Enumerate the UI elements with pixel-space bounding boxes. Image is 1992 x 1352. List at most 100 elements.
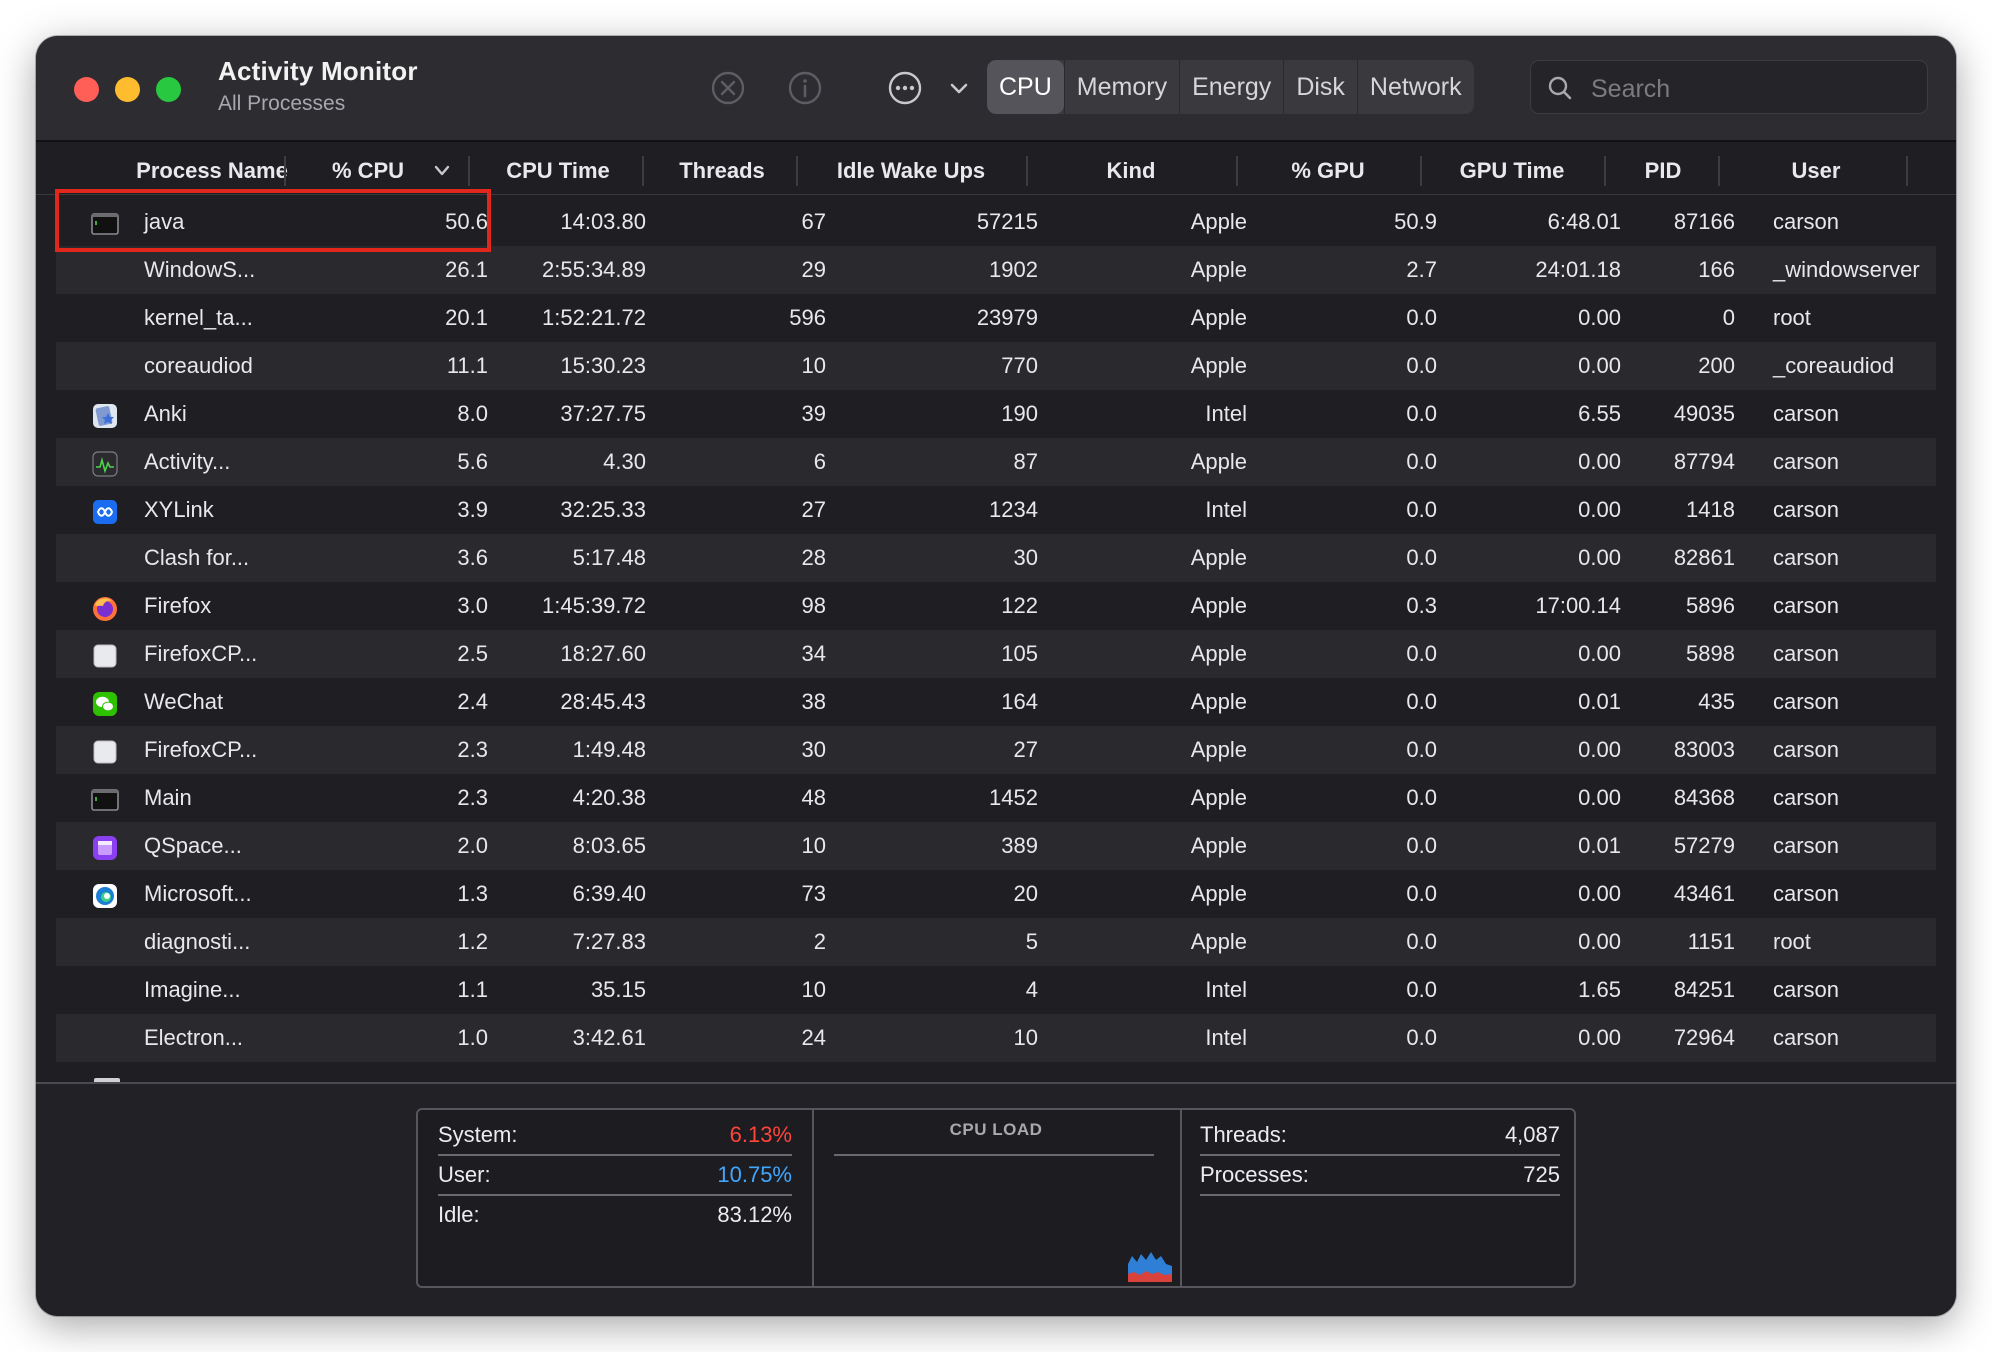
view-tabs: CPU Memory Energy Disk Network [987,60,1474,114]
column-divider[interactable] [468,156,470,186]
cell-kind: Apple [1190,881,1247,906]
no-icon [90,304,120,334]
column-divider[interactable] [284,156,286,186]
column-divider[interactable] [1420,156,1422,186]
cell-pid: 49035 [1673,401,1735,426]
terminal-icon [90,784,120,814]
column-header-idle-wake-ups[interactable]: Idle Wake Ups [800,142,1022,194]
highlight-box-java [55,189,491,252]
cell-gpu-time: 0.00 [1578,785,1621,810]
process-row[interactable]: diagnosti... 1.2 7:27.83 2 5 Apple 0.0 0.00 1151… [56,918,1936,966]
zoom-window-button[interactable] [156,77,181,102]
column-header-threads[interactable]: Threads [646,142,798,194]
cell-gpu-percent: 0.0 [1406,833,1437,858]
ellipsis-circle-icon[interactable] [887,70,923,106]
window-subtitle: All Processes [218,92,346,115]
idle-row: Idle: 83.12% [438,1194,792,1234]
process-row[interactable]: Imagine... 1.1 35.15 10 4 Intel 0.0 1.65 84251 ca… [56,966,1936,1014]
column-divider[interactable] [1236,156,1238,186]
column-header-gpu-time[interactable]: GPU Time [1424,142,1600,194]
process-row[interactable]: Main 2.3 4:20.38 48 1452 Apple 0.0 0.00 84368 car… [56,774,1936,822]
minimize-window-button[interactable] [115,77,140,102]
generic-app-icon [90,640,120,670]
column-divider[interactable] [796,156,798,186]
cpu-load-graph [1128,1252,1172,1282]
idle-label: Idle: [438,1202,480,1227]
info-icon[interactable] [787,70,823,106]
user-value: 10.75% [717,1162,792,1187]
cell-user: carson [1773,209,1840,234]
column-header-cpu[interactable]: % CPU [288,142,448,194]
cell-pid: 87166 [1673,209,1735,234]
cell-kind: Intel [1205,977,1247,1002]
cell-user: _windowserver [1773,257,1920,282]
process-row[interactable]: WindowS... 26.1 2:55:34.89 29 1902 Apple 2.7 24… [56,246,1936,294]
cell-gpu-percent: 0.0 [1406,641,1437,666]
column-divider[interactable] [1026,156,1028,186]
cell-user: carson [1773,977,1840,1002]
cell-kind: Apple [1190,929,1247,954]
cell-kind: Apple [1190,689,1247,714]
column-header-kind[interactable]: Kind [1030,142,1232,194]
column-header-pid[interactable]: PID [1608,142,1718,194]
column-divider[interactable] [642,156,644,186]
tab-cpu[interactable]: CPU [987,60,1064,114]
cell-gpu-percent: 0.0 [1406,497,1437,522]
close-window-button[interactable] [74,77,99,102]
cell-user: carson [1773,689,1840,714]
process-row[interactable]: Microsoft... 1.3 6:39.40 73 20 Apple 0.0 0.00 43… [56,870,1936,918]
process-row[interactable]: WeChat 2.4 28:45.43 38 164 Apple 0.0 0.01 435 car… [56,678,1936,726]
user-row: User: 10.75% [438,1154,792,1196]
cell-kind: Intel [1205,497,1247,522]
tab-memory[interactable]: Memory [1063,60,1179,114]
cell-pid: 435 [1698,689,1735,714]
cell-gpu-time: 0.01 [1578,689,1621,714]
column-header-user[interactable]: User [1722,142,1910,194]
process-row[interactable]: XYLink 3.9 32:25.33 27 1234 Intel 0.0 0.00 1418 c… [56,486,1936,534]
process-row[interactable]: kernel_ta... 20.1 1:52:21.72 596 23979 Apple 0… [56,294,1936,342]
cell-gpu-time: 17:00.14 [1535,593,1621,618]
cell-user: carson [1773,401,1840,426]
tab-disk[interactable]: Disk [1283,60,1357,114]
column-header-gpu[interactable]: % GPU [1240,142,1416,194]
threads-row: Threads: 4,087 [1200,1114,1560,1156]
anki-icon [90,400,120,430]
process-row[interactable]: Activity... 5.6 4.30 6 87 Apple 0.0 0.00 87794 ca… [56,438,1936,486]
tab-energy[interactable]: Energy [1179,60,1283,114]
no-icon [90,1024,120,1054]
search-input[interactable] [1589,69,1913,109]
idle-value: 83.12% [717,1202,792,1227]
user-label: User: [438,1162,491,1187]
cell-gpu-time: 6.55 [1578,401,1621,426]
column-divider[interactable] [1604,156,1606,186]
process-row[interactable]: Clash for... 3.6 5:17.48 28 30 Apple 0.0 0.00 82… [56,534,1936,582]
column-header-cpu-time[interactable]: CPU Time [472,142,644,194]
cell-gpu-percent: 0.0 [1406,977,1437,1002]
process-row[interactable]: FirefoxCP... 2.5 18:27.60 34 105 Apple 0.0 0.00… [56,630,1936,678]
cell-pid: 84251 [1673,977,1735,1002]
cell-kind: Apple [1190,353,1247,378]
cell-gpu-percent: 0.0 [1406,929,1437,954]
qspace-icon [90,832,120,862]
process-row[interactable]: Firefox 3.0 1:45:39.72 98 122 Apple 0.3 17:00.1… [56,582,1936,630]
column-divider[interactable] [1718,156,1720,186]
process-row[interactable]: coreaudiod 11.1 15:30.23 10 770 Apple 0.0 0.00 2… [56,342,1936,390]
cell-gpu-percent: 0.0 [1406,401,1437,426]
process-row[interactable]: Anki 8.0 37:27.75 39 190 Intel 0.0 6.55 49035 car… [56,390,1936,438]
stop-process-x-icon[interactable] [710,70,746,106]
tab-network[interactable]: Network [1356,60,1474,114]
system-label: System: [438,1122,518,1147]
cell-kind: Apple [1190,449,1247,474]
cell-gpu-time: 0.00 [1578,545,1621,570]
chevron-down-icon[interactable] [948,70,970,106]
cell-kind: Apple [1190,305,1247,330]
process-row[interactable]: FirefoxCP... 2.3 1:49.48 30 27 Apple 0.0 0.00 83… [56,726,1936,774]
cell-user: carson [1773,1025,1840,1050]
cpu-summary-panel: System: 6.13% User: 10.75% Idle: 83.12% … [416,1108,1576,1288]
process-row[interactable]: QSpace... 2.0 8:03.65 10 389 Apple 0.0 0.01 5727… [56,822,1936,870]
column-divider[interactable] [1906,156,1908,186]
cell-gpu-percent: 0.0 [1406,1025,1437,1050]
xylink-icon [90,496,120,526]
process-row[interactable]: Electron... 1.0 3:42.61 24 10 Intel 0.0 0.00 729… [56,1014,1936,1062]
search-field[interactable] [1530,60,1928,114]
